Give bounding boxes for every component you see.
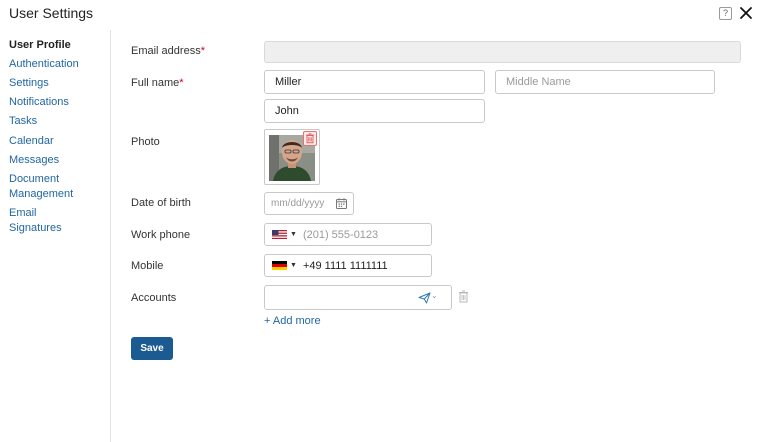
- email-label: Email address*: [131, 45, 205, 57]
- chevron-down-icon[interactable]: ⌄: [431, 291, 438, 300]
- help-icon[interactable]: ?: [719, 7, 732, 20]
- first-name-field[interactable]: John: [264, 99, 485, 123]
- work-phone-field[interactable]: ▼ (201) 555-0123: [264, 223, 432, 246]
- work-phone-label: Work phone: [131, 229, 191, 241]
- accounts-label: Accounts: [131, 292, 177, 304]
- settings-sidebar: [0, 30, 111, 442]
- country-dropdown-icon[interactable]: ▼: [290, 231, 297, 238]
- sidebar-item-messages[interactable]: Messages: [9, 153, 109, 168]
- full-name-label: Full name*: [131, 77, 184, 89]
- sidebar-item-email-signatures[interactable]: Email Signatures: [9, 206, 69, 236]
- sidebar-item-calendar[interactable]: Calendar: [9, 134, 109, 149]
- send-icon[interactable]: [418, 292, 431, 304]
- last-name-field[interactable]: Miller: [264, 70, 485, 94]
- page-title: User Settings: [9, 5, 94, 21]
- mobile-field[interactable]: ▼ +49 1111 1111111: [264, 254, 432, 277]
- sidebar-item-tasks[interactable]: Tasks: [9, 114, 109, 129]
- date-of-birth-field[interactable]: mm/dd/yyyy: [264, 192, 354, 215]
- de-flag-icon[interactable]: [272, 261, 287, 270]
- sidebar-item-document-management[interactable]: Document Management: [9, 172, 84, 202]
- photo-label: Photo: [131, 136, 160, 148]
- email-field[interactable]: [264, 41, 741, 63]
- date-of-birth-label: Date of birth: [131, 197, 191, 209]
- close-icon[interactable]: [738, 5, 754, 21]
- sidebar-item-user-profile[interactable]: User Profile: [9, 38, 109, 53]
- account-delete-trash-icon[interactable]: [458, 290, 469, 303]
- mobile-value: +49 1111 1111111: [302, 259, 388, 272]
- sidebar-item-notifications[interactable]: Notifications: [9, 95, 109, 110]
- middle-name-field[interactable]: Middle Name: [495, 70, 715, 94]
- mobile-label: Mobile: [131, 260, 164, 272]
- sidebar-item-authentication[interactable]: Authentication: [9, 57, 109, 72]
- photo-delete-trash-icon[interactable]: [303, 131, 317, 146]
- country-dropdown-icon[interactable]: ▼: [290, 262, 297, 269]
- us-flag-icon[interactable]: [272, 230, 287, 239]
- add-more-link[interactable]: + Add more: [264, 315, 321, 327]
- sidebar-item-settings[interactable]: Settings: [9, 76, 109, 91]
- calendar-icon[interactable]: [336, 198, 347, 209]
- work-phone-placeholder: (201) 555-0123: [302, 228, 379, 241]
- save-button[interactable]: Save: [131, 337, 173, 360]
